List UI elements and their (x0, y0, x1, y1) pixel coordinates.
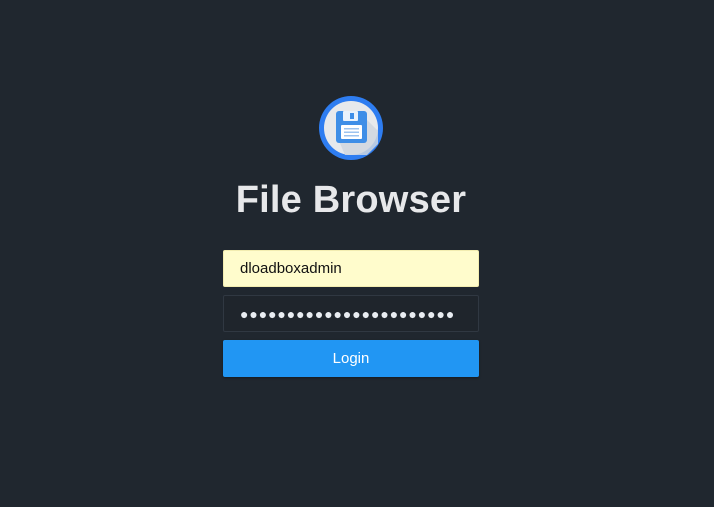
username-value: dloadboxadmin (240, 260, 342, 277)
floppy-disk-icon (319, 96, 383, 160)
login-button[interactable]: Login (223, 340, 479, 377)
app-title: File Browser (235, 179, 467, 221)
login-page: File Browser dloadboxadmin ●●●●●●●●●●●●●… (0, 0, 714, 507)
password-value: ●●●●●●●●●●●●●●●●●●●●●●● (240, 305, 456, 322)
logo (319, 96, 383, 160)
username-input[interactable]: dloadboxadmin (223, 250, 479, 287)
password-input[interactable]: ●●●●●●●●●●●●●●●●●●●●●●● (223, 295, 479, 332)
